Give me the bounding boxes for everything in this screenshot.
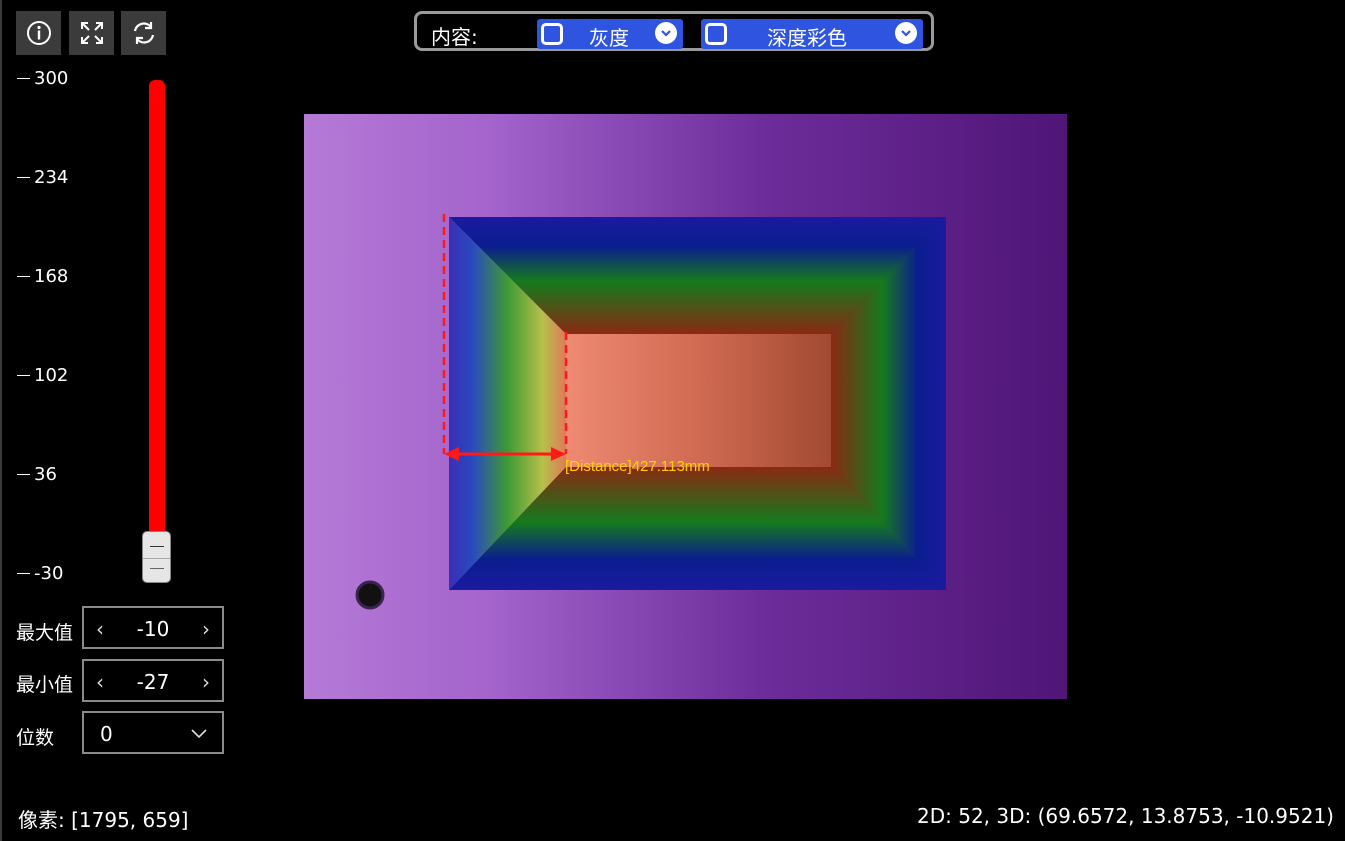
- min-value-label: 最小值: [16, 674, 74, 696]
- digits-label: 位数: [16, 727, 55, 749]
- chevron-down-icon: [191, 729, 207, 739]
- depth-color-dropdown[interactable]: 深度彩色: [701, 19, 923, 50]
- scale-tick: 36: [17, 464, 57, 485]
- fullscreen-button[interactable]: [69, 11, 114, 55]
- depth-color-label: 深度彩色: [767, 26, 847, 50]
- pixel-readout: 像素: [1795, 659]: [18, 808, 189, 832]
- scale-tick: 300: [17, 68, 68, 89]
- mounting-hole: [355, 580, 385, 610]
- scale-tick: 102: [17, 365, 68, 386]
- min-value-stepper[interactable]: ‹ -27 ›: [82, 659, 224, 702]
- chevron-right-icon[interactable]: ›: [202, 670, 210, 694]
- digits-select[interactable]: 0: [82, 711, 224, 754]
- chevron-down-icon[interactable]: [895, 22, 917, 44]
- scale-tick: 168: [17, 266, 68, 287]
- range-slider-track[interactable]: [149, 80, 165, 548]
- coordinate-readout: 2D: 52, 3D: (69.6572, 13.8753, -10.9521): [917, 804, 1334, 828]
- info-button[interactable]: [16, 11, 61, 55]
- grayscale-dropdown[interactable]: 灰度: [537, 19, 683, 50]
- max-value-label: 最大值: [16, 622, 74, 644]
- pocket-floor: [566, 334, 831, 467]
- chevron-down-icon[interactable]: [655, 22, 677, 44]
- range-slider-handle[interactable]: [142, 531, 171, 583]
- chevron-right-icon[interactable]: ›: [202, 617, 210, 641]
- left-border: [0, 0, 2, 841]
- grayscale-checkbox[interactable]: [541, 23, 563, 45]
- content-label: 内容:: [431, 25, 478, 49]
- grayscale-label: 灰度: [589, 26, 629, 50]
- max-value-stepper[interactable]: ‹ -10 ›: [82, 606, 224, 649]
- expand-icon: [80, 22, 103, 44]
- distance-label: [Distance]427.113mm: [565, 458, 710, 475]
- refresh-icon: [133, 22, 154, 44]
- refresh-button[interactable]: [121, 11, 166, 55]
- depth-image-view[interactable]: [Distance]427.113mm: [304, 114, 1067, 699]
- content-selector: 内容: 灰度 深度彩色: [414, 11, 934, 51]
- digits-value: 0: [100, 722, 113, 746]
- depth-color-checkbox[interactable]: [705, 23, 727, 45]
- scale-tick: 234: [17, 167, 68, 188]
- info-icon: [26, 21, 51, 45]
- scale-tick: -30: [17, 563, 63, 584]
